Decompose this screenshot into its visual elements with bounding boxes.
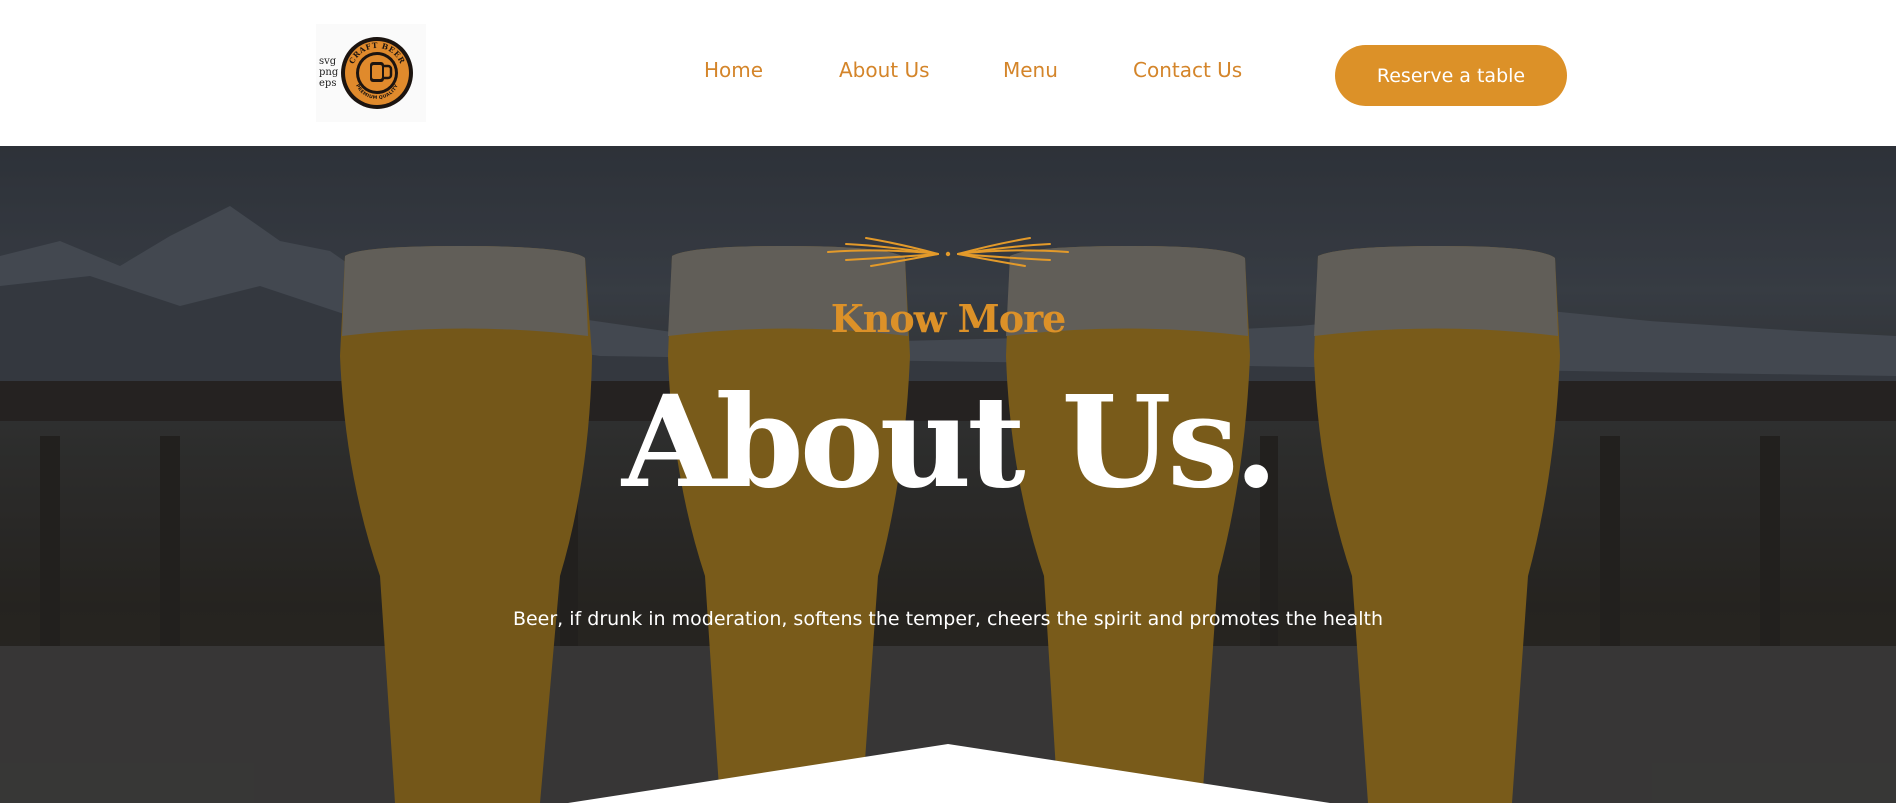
- craft-beer-badge-icon: CRAFT BEER PREMIUM QUALITY: [341, 37, 413, 109]
- section-divider-shape: [568, 744, 1330, 803]
- nav-contact-us[interactable]: Contact Us: [1133, 58, 1242, 88]
- nav-about-us[interactable]: About Us: [839, 58, 930, 88]
- logo-format-svg: svg: [319, 56, 337, 67]
- site-header: svg png eps CRAFT BEER PREMIUM QUALITY H…: [0, 0, 1896, 146]
- nav-menu[interactable]: Menu: [1003, 58, 1058, 88]
- nav-home[interactable]: Home: [704, 58, 763, 88]
- logo-format-list: svg png eps: [319, 56, 338, 89]
- logo-format-eps: eps: [319, 78, 337, 89]
- hero-section: Know More About Us. Beer, if drunk in mo…: [0, 146, 1896, 803]
- reserve-table-button[interactable]: Reserve a table: [1335, 45, 1567, 106]
- logo[interactable]: svg png eps CRAFT BEER PREMIUM QUALITY: [316, 24, 426, 122]
- logo-format-png: png: [319, 67, 339, 78]
